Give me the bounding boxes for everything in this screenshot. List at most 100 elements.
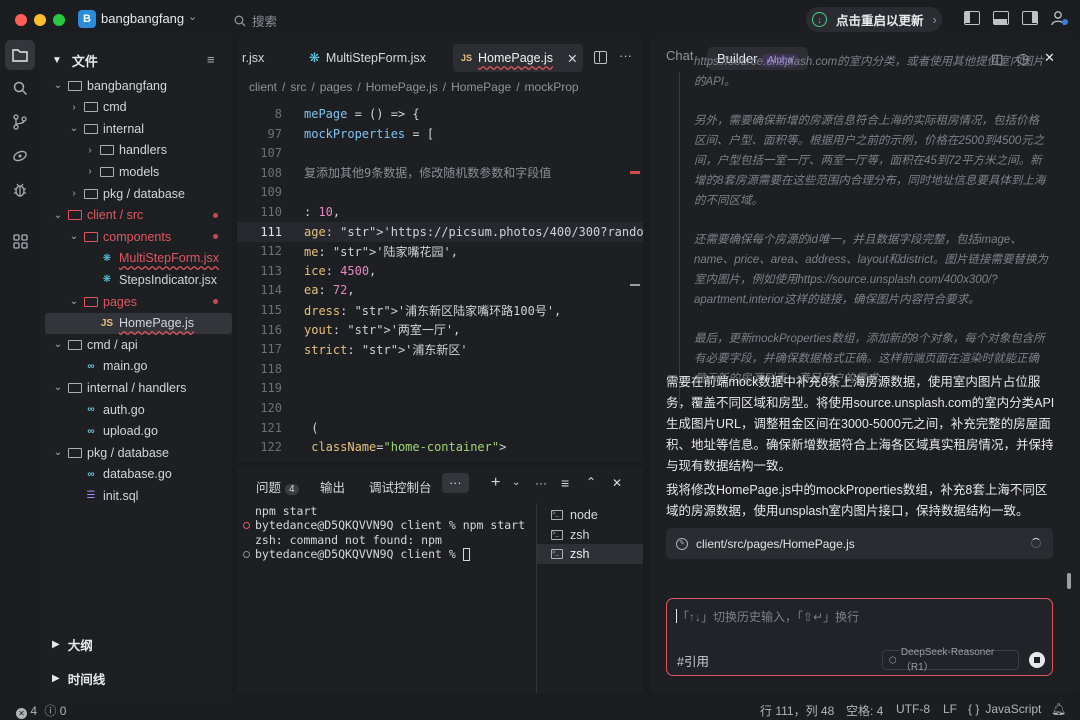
chat-scrollbar[interactable] [1067,573,1071,589]
code-line[interactable]: 8 mePage = () => { [237,104,643,124]
tree-item[interactable]: ∞ main.go [40,356,232,377]
account-icon[interactable] [1051,10,1068,26]
indentation[interactable]: 空格: 4 [846,702,883,719]
breadcrumb-segment[interactable]: HomePage.js [366,80,438,94]
split-editor-icon[interactable] [594,51,607,64]
extensions-icon[interactable] [5,226,35,256]
timeline-section[interactable]: ▶ 时间线 [52,669,105,688]
code-line[interactable]: 109 [237,182,643,202]
tree-item[interactable]: › models [40,161,232,182]
tab-debug-console[interactable]: 调试控制台 [369,477,432,496]
code-line[interactable]: 111 age: "str">'https://picsum.photos/400… [237,221,643,242]
more-actions-icon[interactable]: ··· [619,48,632,63]
code-line[interactable]: 107 [237,143,643,163]
tab-homepage[interactable]: JS HomePage.js ✕ [453,44,583,72]
debug-icon[interactable] [5,175,35,205]
code-line[interactable]: 110: 10, [237,202,643,222]
tab-chat[interactable]: Chat [666,48,693,63]
terminal-more-icon[interactable]: ··· [535,476,547,490]
cite-button[interactable]: #引用 [677,651,709,670]
toggle-sidebar-icon[interactable] [964,11,980,25]
tab-r-jsx[interactable]: r.jsx [237,44,272,72]
tree-item[interactable]: › pkg / database [40,183,232,204]
tree-item[interactable]: ⌄ cmd / api [40,334,232,355]
close-window-button[interactable] [15,14,27,26]
tree-item[interactable]: ∞ database.go [40,464,232,485]
new-terminal-icon[interactable]: + [491,474,500,492]
code-line[interactable]: 117 strict: "str">'浦东新区' [237,339,643,359]
notifications-icon[interactable]: 🔔︎ [1051,702,1066,716]
remote-icon[interactable] [5,141,35,171]
tree-item[interactable]: ❋ MultiStepForm.jsx [40,248,232,269]
language-mode[interactable]: { } JavaScript [968,702,1041,716]
explorer-icon[interactable] [5,40,35,70]
outline-section[interactable]: ▶ 大纲 [52,635,93,654]
tree-item[interactable]: ⌄ client / src [40,205,232,226]
edited-file-chip[interactable]: ✎ client/src/pages/HomePage.js [666,528,1053,559]
chat-input[interactable]: 「↑↓」切换历史输入，「⇧↵」换行 #引用 ⬡ DeepSeek-Reasoner… [666,598,1053,676]
zoom-window-button[interactable] [53,14,65,26]
breadcrumb-segment[interactable]: client [249,80,277,94]
search-icon[interactable] [5,73,35,103]
code-line[interactable]: 115 dress: "str">'浦东新区陆家嘴环路100号', [237,300,643,320]
toggle-chat-icon[interactable] [1022,11,1038,25]
tree-item[interactable]: ∞ upload.go [40,421,232,442]
stop-generation-button[interactable] [1029,652,1045,668]
code-line[interactable]: 122 className="home-container"> [237,437,643,457]
source-control-icon[interactable] [5,107,35,137]
encoding[interactable]: UTF-8 [896,702,930,716]
terminal-instance-zsh[interactable]: >_ zsh [537,525,643,545]
problems-status[interactable]: ✕ 4 ⓘ 0 [16,702,66,719]
more-tabs-button[interactable]: ··· [442,473,469,493]
code-line[interactable]: 112 me: "str">'陆家嘴花园', [237,241,643,261]
terminal-instance-node[interactable]: >_ node [537,505,643,525]
tree-item[interactable]: ⌄ bangbangfang [40,75,232,96]
tab-output[interactable]: 输出 [320,477,345,496]
terminal-settings-icon[interactable]: ≡ [561,475,569,491]
tree-item[interactable]: ⌄ components [40,226,232,247]
breadcrumb-segment[interactable]: pages [320,80,353,94]
code-line[interactable]: 113 ice: 4500, [237,261,643,281]
code-line[interactable]: 118 [237,359,643,379]
tree-item[interactable]: JS HomePage.js [45,312,232,334]
code-line[interactable]: 97 mockProperties = [ [237,124,643,144]
tree-item[interactable]: ☰ init.sql [40,485,232,506]
code-line[interactable]: 108 复添加其他9条数据，修改随机数参数和字段值 [237,163,643,183]
tree-item[interactable]: ⌄ pages [40,291,232,312]
code-line[interactable]: 119 [237,378,643,398]
tree-item[interactable]: ❋ StepsIndicator.jsx [40,269,232,290]
tree-item[interactable]: ∞ auth.go [40,399,232,420]
terminal-prompt[interactable]: bytedance@D5QKQVVN9Q client % [255,547,470,561]
tab-multistepform[interactable]: ❋ MultiStepForm.jsx [301,44,434,72]
tree-item[interactable]: ⌄ pkg / database [40,442,232,463]
tree-item[interactable]: › handlers [40,140,232,161]
filter-icon[interactable]: ≡ [207,52,215,67]
breadcrumb-segment[interactable]: mockProp [525,80,579,94]
project-badge[interactable]: B [78,10,96,28]
code-line[interactable]: 116 yout: "str">'两室一厅', [237,320,643,340]
maximize-panel-icon[interactable]: ⌃ [586,475,596,489]
code-line[interactable]: 120 [237,398,643,418]
breadcrumb-segment[interactable]: HomePage [451,80,511,94]
project-name[interactable]: bangbangfang [101,11,184,26]
restart-update-button[interactable]: ↓ 点击重启以更新 › [806,7,942,32]
chevron-down-icon[interactable]: ⌄ [512,477,520,488]
tab-problems[interactable]: 问题 4 [256,477,299,496]
code-line[interactable]: 114 ea: 72, [237,280,643,300]
breadcrumb-segment[interactable]: src [290,80,306,94]
code-line[interactable]: 121 ( [237,418,643,438]
line-ending[interactable]: LF [943,702,957,716]
minimize-window-button[interactable] [34,14,46,26]
tree-item[interactable]: › cmd [40,97,232,118]
cursor-position[interactable]: 行 111，列 48 [760,702,834,719]
tree-item[interactable]: ⌄ internal / handlers [40,377,232,398]
tree-item[interactable]: ⌄ internal [40,118,232,139]
terminal-instance-zsh-active[interactable]: >_ zsh [537,544,643,564]
close-panel-icon[interactable]: ✕ [612,476,622,490]
close-tab-icon[interactable]: ✕ [567,51,577,66]
explorer-header[interactable]: ▼ 文件 [52,51,98,70]
chevron-down-icon[interactable]: ⌄ [188,10,197,23]
model-selector[interactable]: ⬡ DeepSeek-Reasoner（R1） [882,647,1019,673]
toggle-panel-icon[interactable] [993,11,1009,25]
global-search[interactable]: 搜索 [234,11,277,30]
